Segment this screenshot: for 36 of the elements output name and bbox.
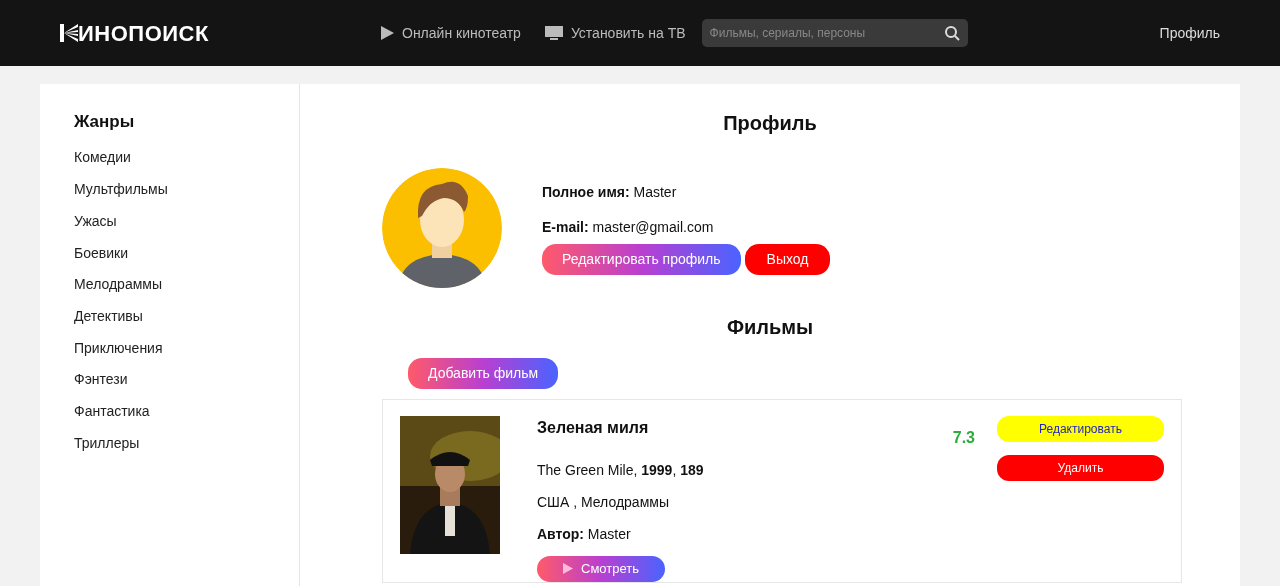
nav-link[interactable]: Онлайн кинотеатр [402, 22, 521, 44]
delete-button[interactable]: Удалить [997, 455, 1164, 481]
genre-link[interactable]: Приключения [74, 332, 265, 365]
search-field[interactable]: Фильмы, сериалы, персоны [701, 19, 968, 47]
genre-link[interactable]: Фантастика [74, 396, 265, 428]
sidebar-title: Жанры [74, 112, 136, 133]
genre-link[interactable]: Триллеры [74, 427, 265, 460]
genre-link[interactable]: Ужасы [74, 205, 265, 238]
profile-field: E-mail: master@gmail.com [542, 216, 831, 238]
nav-link[interactable]: Установить на ТВ [570, 22, 686, 44]
film-info: Автор: Master [537, 525, 632, 544]
film-info: США , Мелодраммы [537, 493, 670, 512]
profile-link[interactable]: Профиль [1159, 22, 1220, 44]
watch-button[interactable]: Смотреть [537, 556, 665, 582]
edit-profile-button[interactable]: Редактировать профиль [542, 243, 741, 275]
genre-link[interactable]: Мелодраммы [74, 269, 265, 301]
tv-icon [544, 26, 563, 40]
play-icon [563, 563, 573, 575]
logo-icon [60, 23, 78, 43]
genre-link[interactable]: Мультфильмы [74, 174, 265, 206]
logout-button[interactable]: Выход [744, 243, 831, 275]
section-title: Профиль [722, 111, 818, 136]
search-icon[interactable] [943, 25, 960, 41]
profile-field: Полное имя: Master [542, 181, 831, 203]
genre-link[interactable]: Боевики [74, 237, 265, 270]
rating-value: 7.3 [952, 428, 975, 448]
edit-button[interactable]: Редактировать [997, 416, 1164, 442]
add-film-button[interactable]: Добавить фильм [408, 358, 559, 389]
play-icon [380, 26, 394, 40]
genre-link[interactable]: Фэнтези [74, 364, 265, 396]
logo-text[interactable]: ИНОПОИСК [78, 16, 209, 50]
genre-link[interactable]: Комедии [74, 142, 265, 175]
film-title: Зеленая миля [537, 418, 650, 438]
genre-link[interactable]: Детективы [74, 300, 265, 333]
section-title: Фильмы [725, 315, 815, 340]
film-info: The Green Mile, 1999, 189 [537, 461, 705, 480]
